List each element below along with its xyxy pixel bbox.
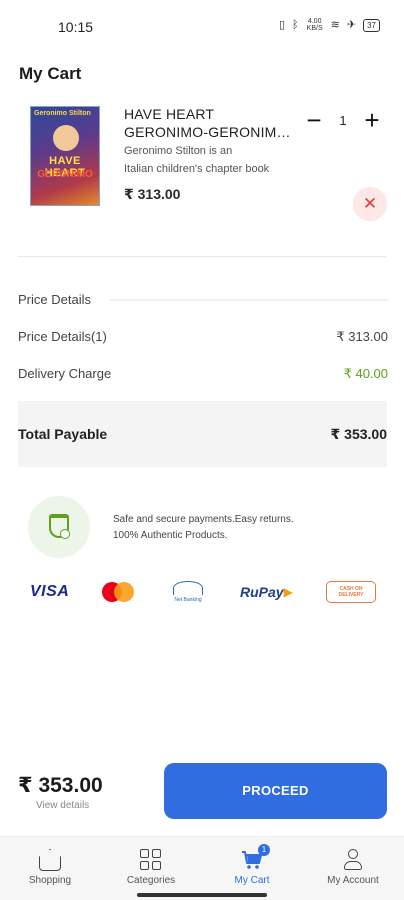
cover-character	[53, 125, 79, 151]
secure-line2: 100% Authentic Products.	[113, 530, 228, 541]
mastercard-logo	[102, 576, 136, 608]
view-details-link[interactable]: View details	[36, 800, 89, 811]
cover-brand: Geronimo Stilton	[34, 110, 91, 117]
cart-item: Geronimo Stilton HAVE HEART GERONIMO HAV…	[0, 96, 404, 226]
payment-methods: VISA Net Banking RuPay ▶ CASH ON DELIVERY	[0, 576, 404, 608]
item-title-line1: HAVE HEART	[124, 106, 215, 122]
price-items-value: ₹ 313.00	[336, 329, 388, 344]
nav-label-shopping: Shopping	[28, 875, 72, 886]
rupay-logo: RuPay ▶	[240, 584, 293, 600]
user-icon	[342, 849, 364, 871]
cash-on-delivery-logo: CASH ON DELIVERY	[326, 581, 376, 603]
delivery-charge-label: Delivery Charge	[18, 366, 112, 381]
item-description-line1: Geronimo Stilton is an	[124, 145, 233, 157]
battery-icon: 37	[363, 18, 380, 32]
shield-check-icon	[28, 496, 90, 558]
book-cover-image[interactable]: Geronimo Stilton HAVE HEART GERONIMO	[30, 106, 100, 206]
status-bar: 10:15 ▯ ᛒ 4.00 KB/S ≋ ✈ 37	[0, 0, 404, 52]
secure-line1: Safe and secure payments.Easy returns.	[113, 514, 294, 525]
total-payable-row: Total Payable ₹ 353.00	[18, 401, 387, 467]
cart-icon: 1	[241, 844, 270, 871]
price-details-heading: Price Details	[18, 292, 91, 307]
airplane-icon: ✈	[346, 19, 357, 31]
vibrate-icon: ▯	[278, 19, 286, 31]
netbanking-logo: Net Banking	[164, 576, 212, 608]
cart-count-badge: 1	[258, 844, 270, 856]
price-details-underline	[110, 299, 388, 301]
home-icon	[39, 849, 61, 871]
grid-icon	[140, 849, 162, 871]
secure-payments-text: Safe and secure payments.Easy returns. 1…	[113, 512, 363, 544]
delivery-charge-value: ₹ 40.00	[343, 366, 388, 381]
home-indicator[interactable]	[137, 893, 267, 897]
cover-title-2: GERONIMO	[37, 169, 93, 180]
quantity-value: 1	[339, 113, 347, 128]
decrease-quantity-button[interactable]: −	[302, 106, 326, 136]
bottom-navigation: Shopping Categories 1 My Cart My Account	[0, 836, 404, 900]
total-payable-label: Total Payable	[18, 426, 108, 442]
nav-item-categories[interactable]: Categories	[101, 849, 201, 886]
remove-item-button[interactable]: ✕	[353, 187, 387, 221]
total-payable-value: ₹ 353.00	[330, 426, 387, 442]
nav-label-categories: Categories	[126, 875, 176, 886]
proceed-button[interactable]: PROCEED	[164, 763, 387, 819]
divider	[18, 256, 386, 257]
item-price: ₹ 313.00	[124, 186, 181, 202]
item-description-line2: Italian children's chapter book	[124, 163, 270, 175]
quantity-stepper: − 1 +	[302, 106, 384, 136]
item-description: Geronimo Stilton is an Italian children'…	[124, 142, 292, 178]
item-title-line2: GERONIMO-GERONIMO STILTON	[124, 124, 296, 140]
data-speed-icon: 4.00 KB/S	[306, 18, 323, 32]
page-title: My Cart	[19, 64, 82, 83]
netbanking-label: Net Banking	[174, 597, 202, 603]
nav-label-my-cart: My Cart	[234, 875, 270, 886]
price-row-delivery: Delivery Charge ₹ 40.00	[18, 366, 388, 381]
wifi-icon: ≋	[330, 19, 340, 31]
nav-label-my-account: My Account	[327, 875, 379, 886]
bluetooth-icon: ᛒ	[292, 19, 299, 31]
nav-item-my-account[interactable]: My Account	[303, 849, 403, 886]
price-row-items: Price Details(1) ₹ 313.00	[18, 329, 388, 344]
status-icons: ▯ ᛒ 4.00 KB/S ≋ ✈ 37	[279, 18, 380, 32]
visa-logo: VISA	[30, 583, 70, 600]
checkout-total: ₹ 353.00	[18, 774, 103, 797]
secure-payments-banner: Safe and secure payments.Easy returns. 1…	[0, 494, 404, 558]
nav-item-my-cart[interactable]: 1 My Cart	[202, 844, 302, 886]
price-items-label: Price Details(1)	[18, 329, 107, 344]
increase-quantity-button[interactable]: +	[360, 106, 384, 136]
nav-item-shopping[interactable]: Shopping	[0, 849, 100, 886]
close-icon: ✕	[362, 194, 378, 213]
item-title[interactable]: HAVE HEART GERONIMO-GERONIMO STILTON	[124, 105, 296, 141]
checkout-bar: ₹ 353.00 View details PROCEED	[0, 762, 404, 822]
status-time: 10:15	[58, 19, 94, 35]
